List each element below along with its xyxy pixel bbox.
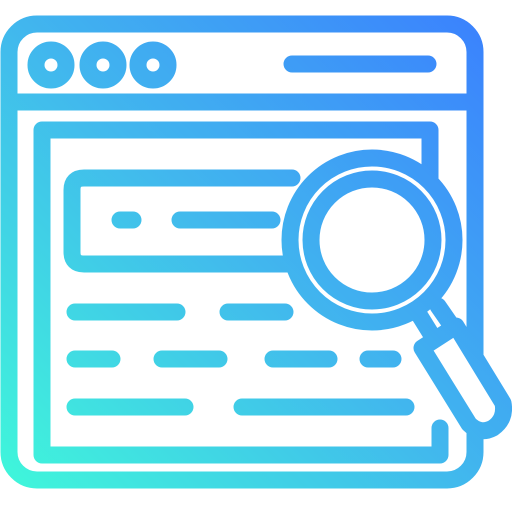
window-dot-2-icon <box>79 41 127 89</box>
window-dot-3-icon <box>129 41 177 89</box>
web-search-icon <box>0 0 512 512</box>
window-dot-1-icon <box>27 41 75 89</box>
web-search-icon-graphic <box>0 15 512 489</box>
magnifier-handle <box>413 317 512 440</box>
